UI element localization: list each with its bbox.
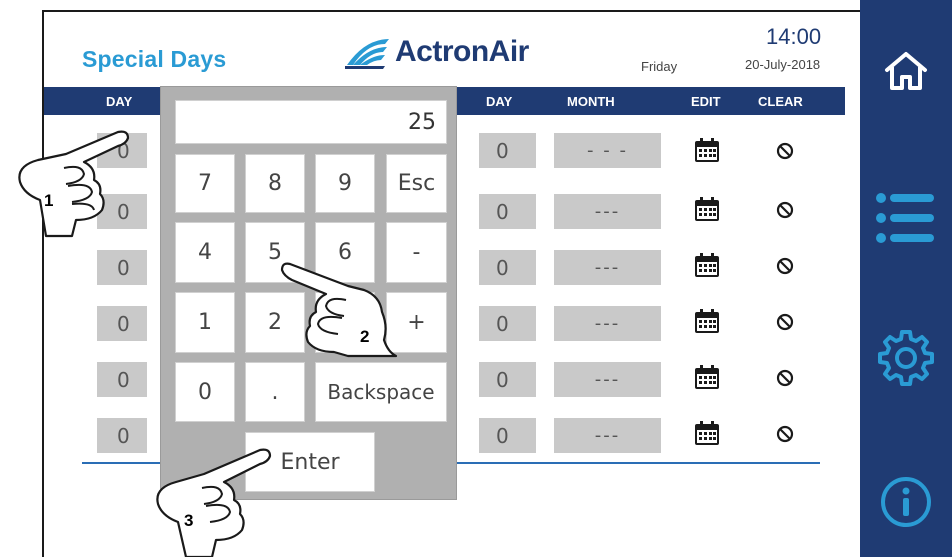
- calendar-icon[interactable]: [694, 364, 720, 390]
- day-field-left-5[interactable]: 0: [97, 362, 147, 397]
- key-esc[interactable]: Esc: [386, 154, 447, 213]
- actronair-logo-icon: [345, 39, 389, 69]
- key-8[interactable]: 8: [245, 154, 305, 213]
- actronair-logo: ActronAir: [345, 32, 529, 72]
- month-field-4[interactable]: ---: [554, 306, 661, 341]
- key-9[interactable]: 9: [315, 154, 375, 213]
- menu-icon: [876, 193, 934, 243]
- pointing-hand-icon: 3: [156, 448, 272, 557]
- month-field-6[interactable]: ---: [554, 418, 661, 453]
- info-button[interactable]: [860, 475, 952, 529]
- callout-number-1: 1: [44, 191, 53, 210]
- menu-button[interactable]: [860, 192, 952, 244]
- key-backspace[interactable]: Backspace: [315, 362, 447, 422]
- day-field-right-1[interactable]: 0: [479, 133, 536, 168]
- callout-number-2: 2: [360, 327, 369, 346]
- month-field-5[interactable]: ---: [554, 362, 661, 397]
- pointing-hand-icon: 2: [280, 262, 398, 358]
- callout-number-3: 3: [184, 511, 193, 530]
- key-4[interactable]: 4: [175, 222, 235, 283]
- pointing-hand-icon: 1: [18, 130, 130, 238]
- clear-icon[interactable]: [776, 142, 794, 160]
- settings-button[interactable]: [860, 328, 952, 388]
- clock-time: 14:00: [766, 24, 822, 49]
- col-header-day-right: DAY: [486, 94, 513, 109]
- clear-icon[interactable]: [776, 201, 794, 219]
- settings-icon: [878, 330, 934, 386]
- calendar-icon[interactable]: [694, 137, 720, 163]
- day-field-right-6[interactable]: 0: [479, 418, 536, 453]
- key-0[interactable]: 0: [175, 362, 235, 422]
- brand-name: ActronAir: [395, 35, 529, 68]
- calendar-icon[interactable]: [694, 420, 720, 446]
- col-header-edit: EDIT: [691, 94, 721, 109]
- day-field-left-4[interactable]: 0: [97, 306, 147, 341]
- month-field-1[interactable]: - - -: [554, 133, 661, 168]
- home-button[interactable]: [860, 50, 952, 92]
- key-1[interactable]: 1: [175, 292, 235, 353]
- info-icon: [881, 477, 931, 527]
- day-field-right-5[interactable]: 0: [479, 362, 536, 397]
- month-field-3[interactable]: ---: [554, 250, 661, 285]
- day-field-right-3[interactable]: 0: [479, 250, 536, 285]
- day-field-right-4[interactable]: 0: [479, 306, 536, 341]
- day-field-right-2[interactable]: 0: [479, 194, 536, 229]
- col-header-month: MONTH: [567, 94, 615, 109]
- calendar-icon[interactable]: [694, 196, 720, 222]
- calendar-icon[interactable]: [694, 308, 720, 334]
- day-field-left-6[interactable]: 0: [97, 418, 147, 453]
- keypad-display: 25: [175, 100, 447, 144]
- current-date: 20-July-2018: [745, 57, 821, 72]
- key-decimal[interactable]: .: [245, 362, 305, 422]
- clear-icon[interactable]: [776, 369, 794, 387]
- clear-icon[interactable]: [776, 425, 794, 443]
- weekday-label: Friday: [641, 59, 678, 74]
- key-7[interactable]: 7: [175, 154, 235, 213]
- day-field-left-3[interactable]: 0: [97, 250, 147, 285]
- calendar-icon[interactable]: [694, 252, 720, 278]
- home-icon: [885, 52, 927, 90]
- page-title: Special Days: [82, 46, 227, 72]
- col-header-day-left: DAY: [106, 94, 133, 109]
- clear-icon[interactable]: [776, 313, 794, 331]
- col-header-clear: CLEAR: [758, 94, 803, 109]
- month-field-2[interactable]: ---: [554, 194, 661, 229]
- clear-icon[interactable]: [776, 257, 794, 275]
